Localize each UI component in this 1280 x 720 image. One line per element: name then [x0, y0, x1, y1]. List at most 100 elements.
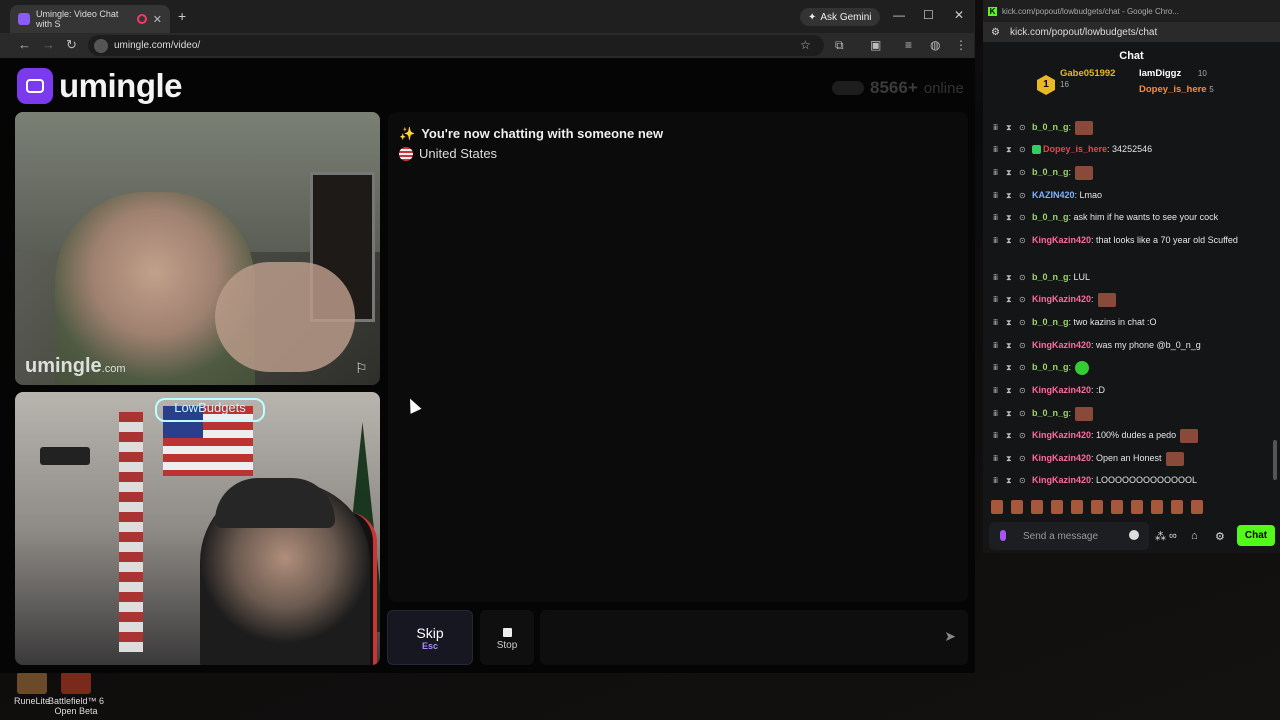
- shield-icon[interactable]: ⊙: [1019, 474, 1027, 488]
- emote-icon[interactable]: [1191, 500, 1203, 514]
- chat-input[interactable]: Send a message: [989, 522, 1149, 550]
- emote-icon[interactable]: [1031, 500, 1043, 514]
- forward-icon[interactable]: →: [42, 37, 55, 52]
- send-icon[interactable]: ➤: [944, 628, 956, 645]
- toggle-icon[interactable]: [832, 81, 864, 95]
- shield-icon[interactable]: ⊙: [1019, 429, 1027, 443]
- timeout-icon[interactable]: ⧗: [1006, 429, 1014, 443]
- timeout-icon[interactable]: ⧗: [1006, 452, 1014, 466]
- timeout-icon[interactable]: ⧗: [1006, 143, 1014, 157]
- report-flag-icon[interactable]: ⚐: [355, 360, 368, 377]
- pin-icon[interactable]: ⅲ: [993, 429, 1001, 443]
- shield-icon[interactable]: ⊙: [1019, 339, 1027, 353]
- gift-icon[interactable]: ⁂: [1155, 530, 1166, 543]
- shield-icon[interactable]: ⊙: [1019, 121, 1027, 135]
- chat-username[interactable]: KingKazin420: [1032, 235, 1091, 245]
- chat-username[interactable]: b_0_n_g: [1032, 317, 1069, 327]
- pin-icon[interactable]: ⅲ: [993, 234, 1001, 248]
- ask-gemini-button[interactable]: ✦ Ask Gemini: [800, 8, 880, 26]
- chat-username[interactable]: KingKazin420: [1032, 453, 1091, 463]
- emote-icon[interactable]: [1071, 500, 1083, 514]
- extensions-icon[interactable]: ⧉: [835, 38, 844, 53]
- chat-scrollbar[interactable]: [1273, 440, 1277, 480]
- mic-icon[interactable]: [1000, 530, 1006, 541]
- shield-icon[interactable]: ⊙: [1019, 361, 1027, 375]
- tab-umingle[interactable]: Umingle: Video Chat with S ✕: [10, 5, 170, 33]
- pin-icon[interactable]: ⅲ: [993, 452, 1001, 466]
- pin-icon[interactable]: ⅲ: [993, 384, 1001, 398]
- settings-icon[interactable]: ⚙: [1215, 530, 1225, 543]
- chat-username[interactable]: b_0_n_g: [1032, 167, 1069, 177]
- emote-icon[interactable]: [1051, 500, 1063, 514]
- timeout-icon[interactable]: ⧗: [1006, 361, 1014, 375]
- chat-username[interactable]: KingKazin420: [1032, 385, 1091, 395]
- pin-icon[interactable]: ⅲ: [993, 211, 1001, 225]
- pin-icon[interactable]: ⅲ: [993, 166, 1001, 180]
- stop-button[interactable]: Stop: [480, 610, 534, 665]
- shield-icon[interactable]: ⊙: [1019, 234, 1027, 248]
- emote-icon[interactable]: [1111, 500, 1123, 514]
- chat-username[interactable]: KAZIN420: [1032, 190, 1075, 200]
- shield-icon[interactable]: ⊙: [1019, 293, 1027, 307]
- shield-icon[interactable]: ⊙: [1019, 143, 1027, 157]
- store-icon[interactable]: ⌂: [1191, 530, 1198, 542]
- message-input[interactable]: ➤: [540, 610, 968, 665]
- omnibox[interactable]: umingle.com/video/: [88, 35, 824, 56]
- infinity-icon[interactable]: ∞: [1169, 530, 1177, 542]
- leader-3[interactable]: Dopey_is_here 5: [1139, 84, 1214, 95]
- timeout-icon[interactable]: ⧗: [1006, 474, 1014, 488]
- media-icon[interactable]: ≡: [905, 38, 912, 52]
- pin-icon[interactable]: ⅲ: [993, 339, 1001, 353]
- pin-icon[interactable]: ⅲ: [993, 407, 1001, 421]
- chat-send-button[interactable]: Chat: [1237, 525, 1275, 546]
- pin-icon[interactable]: ⅲ: [993, 143, 1001, 157]
- shield-icon[interactable]: ⊙: [1019, 407, 1027, 421]
- leader-1[interactable]: Gabe051992 16: [1060, 68, 1115, 90]
- pin-icon[interactable]: ⅲ: [993, 271, 1001, 285]
- shield-icon[interactable]: ⊙: [1019, 271, 1027, 285]
- chat-username[interactable]: Dopey_is_here: [1043, 144, 1107, 154]
- shield-icon[interactable]: ⊙: [1019, 452, 1027, 466]
- kick-address-bar[interactable]: ⚙ kick.com/popout/lowbudgets/chat: [983, 22, 1280, 42]
- chat-username[interactable]: b_0_n_g: [1032, 272, 1069, 282]
- leader-2[interactable]: IamDiggz 10: [1139, 68, 1207, 79]
- emote-icon[interactable]: [1091, 500, 1103, 514]
- timeout-icon[interactable]: ⧗: [1006, 234, 1014, 248]
- timeout-icon[interactable]: ⧗: [1006, 407, 1014, 421]
- timeout-icon[interactable]: ⧗: [1006, 271, 1014, 285]
- chat-username[interactable]: KingKazin420: [1032, 475, 1091, 485]
- bookmark-star-icon[interactable]: ☆: [800, 38, 811, 52]
- close-window-icon[interactable]: ✕: [954, 8, 964, 22]
- emote-icon[interactable]: [1171, 500, 1183, 514]
- emoji-icon[interactable]: [1129, 530, 1139, 540]
- emote-icon[interactable]: [991, 500, 1003, 514]
- chat-username[interactable]: b_0_n_g: [1032, 408, 1069, 418]
- timeout-icon[interactable]: ⧗: [1006, 211, 1014, 225]
- timeout-icon[interactable]: ⧗: [1006, 384, 1014, 398]
- chat-username[interactable]: b_0_n_g: [1032, 212, 1069, 222]
- site-info-icon[interactable]: [94, 39, 108, 53]
- pin-icon[interactable]: ⅲ: [993, 121, 1001, 135]
- shield-icon[interactable]: ⊙: [1019, 384, 1027, 398]
- new-tab-button[interactable]: +: [178, 8, 186, 24]
- site-settings-icon[interactable]: ⚙: [991, 27, 1000, 38]
- maximize-icon[interactable]: ☐: [923, 8, 934, 22]
- shield-icon[interactable]: ⊙: [1019, 166, 1027, 180]
- chat-username[interactable]: b_0_n_g: [1032, 362, 1069, 372]
- pin-icon[interactable]: ⅲ: [993, 189, 1001, 203]
- pin-icon[interactable]: ⅲ: [993, 474, 1001, 488]
- timeout-icon[interactable]: ⧗: [1006, 189, 1014, 203]
- menu-icon[interactable]: ⋮: [955, 38, 967, 52]
- shield-icon[interactable]: ⊙: [1019, 316, 1027, 330]
- shield-icon[interactable]: ⊙: [1019, 189, 1027, 203]
- emote-icon[interactable]: [1131, 500, 1143, 514]
- reload-icon[interactable]: ↻: [66, 37, 77, 53]
- desktop-icon-battlefield[interactable]: Battlefield™ 6 Open Beta: [46, 672, 106, 716]
- minimize-icon[interactable]: —: [893, 8, 905, 22]
- chat-username[interactable]: KingKazin420: [1032, 294, 1091, 304]
- chat-username[interactable]: b_0_n_g: [1032, 122, 1069, 132]
- timeout-icon[interactable]: ⧗: [1006, 316, 1014, 330]
- pin-icon[interactable]: ⅲ: [993, 361, 1001, 375]
- profile-icon[interactable]: ◍: [930, 38, 940, 52]
- pin-icon[interactable]: ⅲ: [993, 293, 1001, 307]
